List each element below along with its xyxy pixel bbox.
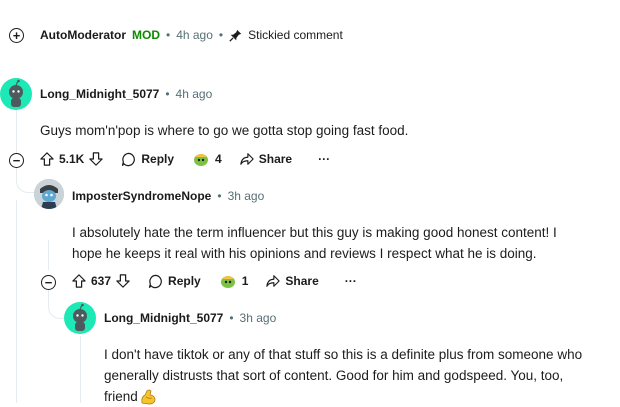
- thread-line-level2: [80, 336, 81, 403]
- award-icon: [220, 276, 235, 288]
- share-label: Share: [258, 152, 293, 166]
- comment-body-last-line: friend: [104, 386, 582, 407]
- separator-dot: •: [165, 87, 170, 101]
- stickied-label: Stickied comment: [248, 28, 343, 42]
- share-label: Share: [285, 274, 319, 288]
- thread-line-root: [16, 110, 17, 155]
- separator-dot: •: [217, 189, 222, 203]
- thread-connector-1: [16, 168, 35, 193]
- upvote-icon[interactable]: [40, 152, 54, 166]
- downvote-icon[interactable]: [89, 152, 104, 166]
- mod-badge: MOD: [132, 28, 160, 42]
- pin-icon: [229, 29, 242, 42]
- downvote-icon[interactable]: [116, 274, 130, 288]
- separator-dot: •: [229, 311, 234, 325]
- share-button[interactable]: Share: [240, 152, 292, 166]
- reply-label: Reply: [141, 152, 175, 166]
- comment-body-line: hope he keeps it real with his opinions …: [72, 246, 537, 261]
- comment-bubble-icon: [122, 152, 136, 166]
- thread-continuation-root: [16, 200, 17, 403]
- more-options-button[interactable]: ···: [318, 152, 330, 166]
- timestamp[interactable]: 4h ago: [176, 28, 213, 42]
- comment-body-line: I absolutely hate the term influencer bu…: [72, 225, 557, 240]
- thread-line-level1: [48, 240, 49, 270]
- separator-dot: •: [166, 28, 171, 42]
- reply-label: Reply: [168, 274, 201, 288]
- avatar[interactable]: [34, 179, 64, 209]
- comment-bubble-icon: [148, 274, 162, 288]
- more-options-button[interactable]: ···: [345, 274, 357, 288]
- comment-header: ImposterSyndromeNope • 3h ago: [72, 189, 264, 203]
- minus-icon: −: [44, 274, 53, 290]
- username-link[interactable]: ImposterSyndromeNope: [72, 189, 211, 203]
- username-link[interactable]: Long_Midnight_5077: [40, 87, 159, 101]
- username-link[interactable]: AutoModerator: [40, 28, 126, 42]
- separator-dot: •: [218, 28, 224, 42]
- expand-comment-button[interactable]: +: [9, 28, 24, 43]
- vote-controls: 5.1K: [40, 152, 104, 166]
- comment-body-line: I don't have tiktok or any of that stuff…: [104, 347, 583, 362]
- comment-actions: 637 Reply 1 Share ···: [72, 273, 357, 289]
- upvote-icon[interactable]: [72, 274, 86, 288]
- collapse-comment-button[interactable]: −: [9, 153, 24, 168]
- vote-count: 5.1K: [59, 152, 85, 166]
- reply-button[interactable]: Reply: [121, 152, 174, 167]
- timestamp[interactable]: 3h ago: [228, 189, 265, 203]
- avatar[interactable]: [64, 302, 96, 334]
- custom-avatar-icon: [34, 179, 64, 209]
- share-icon: [266, 275, 281, 287]
- ellipsis-icon: ···: [318, 152, 331, 166]
- vote-controls: 637: [72, 274, 130, 288]
- award-count: 1: [241, 274, 249, 288]
- plus-icon: +: [12, 27, 21, 43]
- ellipsis-icon: ···: [344, 274, 357, 288]
- snoo-avatar-icon: [73, 303, 87, 331]
- comment-header: Long_Midnight_5077 • 3h ago: [104, 311, 276, 325]
- comment-body: I don't have tiktok or any of that stuff…: [104, 344, 582, 407]
- share-button[interactable]: Share: [266, 274, 319, 288]
- avatar[interactable]: [0, 78, 32, 110]
- vote-count: 637: [91, 274, 112, 288]
- timestamp[interactable]: 3h ago: [240, 311, 277, 325]
- comment-body-line: friend: [104, 389, 138, 404]
- comment-body-line: generally distrusts that sort of content…: [104, 368, 564, 383]
- award-icon: [194, 154, 209, 166]
- minus-icon: −: [12, 152, 21, 168]
- snoo-avatar-icon: [9, 79, 23, 107]
- comment-actions: 5.1K Reply 4 Share ···: [40, 151, 330, 167]
- comment-body: Guys mom'n'pop is where to go we gotta s…: [40, 123, 409, 138]
- reply-button[interactable]: Reply: [148, 274, 201, 289]
- automod-header: AutoModerator MOD • 4h ago • Stickied co…: [40, 28, 343, 42]
- comment-body: I absolutely hate the term influencer bu…: [72, 222, 557, 264]
- collapse-comment-button[interactable]: −: [41, 275, 56, 290]
- award-count: 4: [215, 152, 222, 166]
- award-button[interactable]: 4: [192, 151, 222, 167]
- share-icon: [240, 153, 254, 165]
- comment-header: Long_Midnight_5077 • 4h ago: [40, 87, 212, 101]
- award-button[interactable]: 1: [219, 273, 249, 289]
- timestamp[interactable]: 4h ago: [176, 87, 213, 101]
- username-link[interactable]: Long_Midnight_5077: [104, 311, 223, 325]
